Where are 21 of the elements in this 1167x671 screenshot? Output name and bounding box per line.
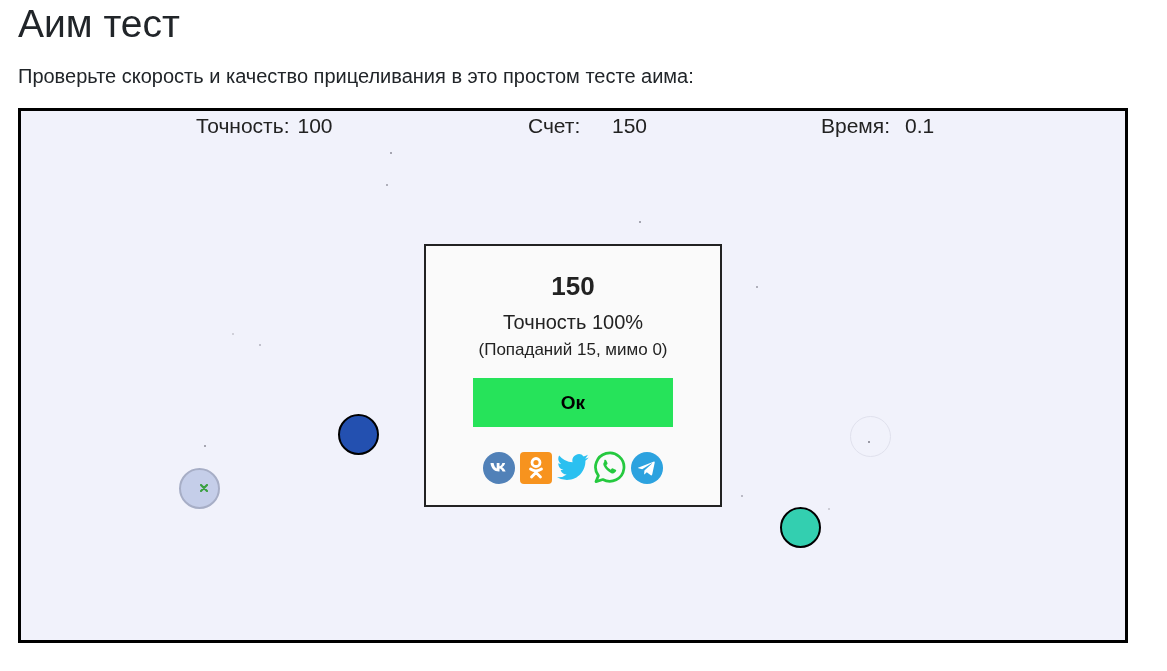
page-title: Аим тест — [18, 1, 180, 47]
stat-value: 150 — [612, 114, 648, 138]
stat-label: Точность: — [196, 114, 290, 138]
paper-plane-icon[interactable] — [631, 451, 663, 484]
ok-button[interactable]: Ок — [473, 378, 673, 427]
phone-bubble-icon[interactable] — [594, 451, 626, 484]
result-accuracy: Точность 100% — [502, 311, 644, 334]
ok-logo-icon[interactable] — [520, 451, 552, 484]
stat-label: Счет: — [528, 114, 582, 138]
intro-text: Проверьте скорость и качество прицеливания в это простом тесте аима: — [18, 64, 694, 89]
bird-icon[interactable] — [557, 454, 589, 481]
vk-logo-icon[interactable] — [483, 451, 515, 484]
stat-label: Время: — [821, 114, 891, 138]
result-details: (Попаданий 15, мимо 0) — [478, 340, 668, 360]
stat-value: 0.1 — [905, 114, 935, 138]
cross-icon — [199, 483, 208, 492]
stat-value: 100 — [297, 114, 333, 138]
target-circle[interactable] — [780, 507, 821, 548]
result-score: 150 — [551, 271, 595, 301]
target-circle[interactable] — [338, 414, 379, 455]
game-field[interactable]: Точность: 100 Счет: 150 Время: 0.1 150 Точность 100% (Попаданий 15, мимо 0) Ок — [18, 108, 1128, 643]
